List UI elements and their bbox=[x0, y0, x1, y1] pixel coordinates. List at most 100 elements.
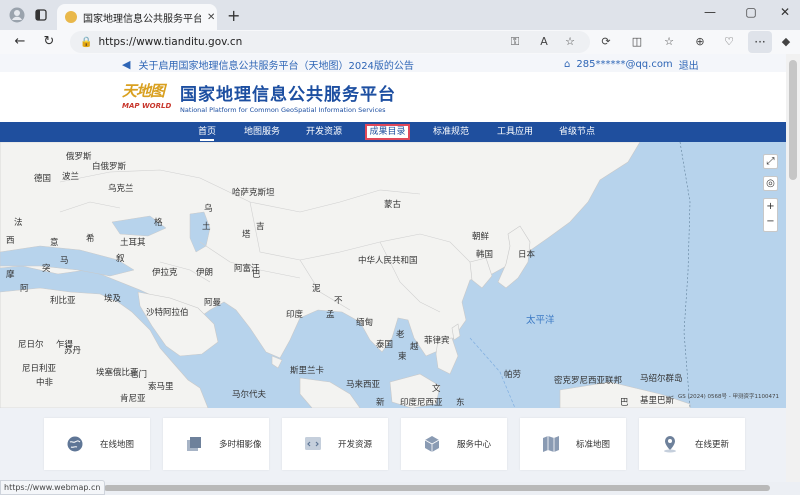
tianditu-logo[interactable]: 天地图 MAP WORLD bbox=[122, 80, 174, 114]
logo-zh: 天地图 bbox=[122, 82, 165, 100]
service-card-standard-map[interactable]: 标准地图 bbox=[520, 418, 626, 470]
layers-icon bbox=[185, 435, 203, 453]
map-label-indonesia: 印度尼西亚 bbox=[400, 398, 443, 408]
map-label-brunei: 文 bbox=[432, 384, 441, 394]
tab-actions-icon[interactable] bbox=[32, 6, 50, 24]
fullscreen-icon[interactable]: ⤢ bbox=[763, 154, 778, 169]
map-label-nigeria: 尼日利亚 bbox=[22, 364, 57, 374]
address-url: https://www.tianditu.gov.cn bbox=[98, 36, 243, 48]
status-url: https://www.webmap.cn bbox=[0, 480, 105, 495]
service-card-online-map[interactable]: 在线地图 bbox=[44, 418, 150, 470]
nav-map-service[interactable]: 地图服务 bbox=[243, 124, 281, 140]
favorite-star-icon[interactable]: ☆ bbox=[561, 33, 579, 51]
map-label-pakistan: 巴 bbox=[252, 270, 261, 280]
map-label-marshall: 马绍尔群岛 bbox=[640, 374, 683, 384]
map-label-nepal: 泥 bbox=[312, 284, 321, 294]
notice-text: 关于启用国家地理信息公共服务平台（天地图）2024版的公告 bbox=[138, 61, 414, 72]
user-email[interactable]: 285******@qq.com bbox=[576, 59, 672, 70]
horizontal-scroll-thumb[interactable] bbox=[104, 485, 770, 491]
map-label-north-korea: 朝鲜 bbox=[472, 232, 490, 242]
copilot-icon[interactable]: ◆ bbox=[777, 33, 795, 51]
map-label-poland: 波兰 bbox=[62, 172, 80, 182]
tab-title: 国家地理信息公共服务平台 天地图 bbox=[83, 13, 201, 25]
nav-tools[interactable]: 工具应用 bbox=[496, 124, 534, 140]
nav-home[interactable]: 首页 bbox=[193, 124, 221, 141]
map-label-italy: 意 bbox=[50, 238, 59, 248]
map-label-tunisia: 突 bbox=[42, 264, 51, 274]
map-label-png: 巴 bbox=[620, 398, 629, 408]
tab-bar: 国家地理信息公共服务平台 天地图 ✕ + — ▢ ✕ bbox=[0, 0, 800, 30]
back-icon[interactable]: ← bbox=[11, 33, 29, 51]
speaker-icon: ◀ bbox=[122, 58, 131, 71]
more-menu-icon[interactable]: ··· bbox=[748, 31, 772, 53]
map-label-syria: 叙 bbox=[116, 254, 125, 264]
refresh-icon[interactable]: ↻ bbox=[40, 33, 58, 51]
browser-tab-tianditu[interactable]: 国家地理信息公共服务平台 天地图 ✕ bbox=[57, 4, 217, 30]
map-label-greece: 希 bbox=[86, 234, 95, 244]
map-label-bhutan: 不 bbox=[334, 296, 343, 306]
key-icon[interactable]: ⚿ bbox=[506, 33, 524, 51]
nav-catalog[interactable]: 成果目录 bbox=[365, 124, 410, 140]
extensions-icon[interactable]: ⟳ bbox=[597, 33, 615, 51]
map-label-pacific: 太平洋 bbox=[526, 315, 555, 326]
map-label-turkey: 土耳其 bbox=[120, 238, 146, 248]
read-aloud-icon[interactable]: A bbox=[535, 33, 553, 51]
zoom-out-icon[interactable]: − bbox=[764, 214, 777, 229]
tab-close-icon[interactable]: ✕ bbox=[207, 12, 215, 23]
map-label-germany: 德国 bbox=[34, 174, 52, 184]
map-label-thailand: 泰国 bbox=[376, 340, 394, 350]
map-label-spain: 西 bbox=[6, 236, 15, 246]
logout-link[interactable]: 退出 bbox=[679, 57, 699, 72]
favorites-icon[interactable]: ☆ bbox=[660, 33, 678, 51]
profile-avatar-icon[interactable] bbox=[8, 6, 26, 24]
service-cards: 在线地图 多时相影像 开发资源 服务中心 标准地图 在线更新 bbox=[0, 408, 786, 482]
map-icon bbox=[542, 435, 560, 453]
map-label-laos: 老 bbox=[396, 330, 405, 340]
box-icon bbox=[423, 435, 441, 453]
nav-provincial-nodes[interactable]: 省级节点 bbox=[558, 124, 596, 140]
map-label-tajikistan: 塔 bbox=[242, 230, 251, 240]
nav-standards[interactable]: 标准规范 bbox=[432, 124, 470, 140]
map-label-malaysia: 马来西亚 bbox=[346, 380, 381, 390]
collections-icon[interactable]: ⊕ bbox=[691, 33, 709, 51]
map-label-japan: 日本 bbox=[518, 250, 536, 260]
locate-icon[interactable]: ◎ bbox=[763, 176, 778, 191]
map-label-oman: 阿曼 bbox=[204, 298, 222, 308]
site-brand: 国家地理信息公共服务平台 National Platform for Commo… bbox=[180, 80, 396, 114]
vertical-scrollbar[interactable] bbox=[786, 54, 800, 482]
map-label-iraq: 伊拉克 bbox=[152, 268, 178, 278]
service-card-service-center[interactable]: 服务中心 bbox=[401, 418, 507, 470]
browser-essentials-icon[interactable]: ♡ bbox=[720, 33, 738, 51]
home-icon: ⌂ bbox=[564, 59, 571, 70]
map-label-belarus: 白俄罗斯 bbox=[92, 162, 127, 172]
service-card-dev-resources[interactable]: 开发资源 bbox=[282, 418, 388, 470]
map-label-myanmar: 缅甸 bbox=[356, 318, 374, 328]
map-view[interactable]: 俄罗斯 白俄罗斯 德国 波兰 乌克兰 哈萨克斯坦 蒙古 中华人民共和国 朝鲜 韩… bbox=[0, 142, 786, 408]
map-label-uzbekistan: 乌 bbox=[204, 204, 213, 214]
address-toolbar: ← ↻ 🔒 https://www.tianditu.gov.cn ⚿ A ☆ … bbox=[0, 30, 800, 54]
map-label-egypt: 埃及 bbox=[104, 294, 122, 304]
map-label-vietnam: 越 bbox=[410, 342, 419, 352]
service-card-online-update[interactable]: 在线更新 bbox=[639, 418, 745, 470]
site-header: 天地图 MAP WORLD 国家地理信息公共服务平台 National Plat… bbox=[0, 72, 786, 122]
map-label-kenya: 肯尼亚 bbox=[120, 394, 146, 404]
map-label-kazakhstan: 哈萨克斯坦 bbox=[232, 188, 275, 198]
nav-dev-resources[interactable]: 开发资源 bbox=[305, 124, 343, 140]
vertical-scroll-thumb[interactable] bbox=[789, 60, 797, 180]
notice-link[interactable]: ◀ 关于启用国家地理信息公共服务平台（天地图）2024版的公告 bbox=[122, 57, 414, 72]
split-screen-icon[interactable]: ◫ bbox=[628, 33, 646, 51]
zoom-in-icon[interactable]: + bbox=[764, 199, 777, 214]
service-card-multi-temporal[interactable]: 多时相影像 bbox=[163, 418, 269, 470]
map-label-ukraine: 乌克兰 bbox=[108, 184, 134, 194]
brand-subtitle: National Platform for Common GeoSpatial … bbox=[180, 106, 386, 114]
horizontal-scrollbar[interactable] bbox=[100, 484, 786, 492]
new-tab-icon[interactable]: + bbox=[227, 6, 240, 25]
web-page: ◀ 关于启用国家地理信息公共服务平台（天地图）2024版的公告 ⌂ 285***… bbox=[0, 54, 786, 482]
map-label-yemen: 也门 bbox=[130, 370, 148, 380]
service-label: 多时相影像 bbox=[219, 440, 262, 450]
map-label-somalia: 索马里 bbox=[148, 382, 174, 392]
window-close-icon[interactable]: ✕ bbox=[775, 5, 795, 19]
minimize-icon[interactable]: — bbox=[700, 5, 720, 19]
maximize-icon[interactable]: ▢ bbox=[741, 5, 761, 19]
lock-icon: 🔒 bbox=[80, 36, 93, 48]
